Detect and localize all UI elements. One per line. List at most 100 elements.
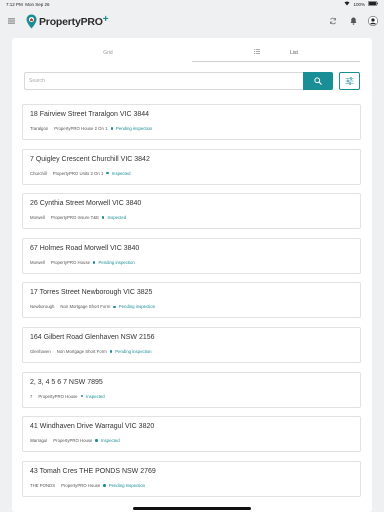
status-badge: Inspected [99,215,126,220]
view-tabs: Grid List [24,44,360,62]
status-badge: Pending inspection [90,260,135,265]
property-address: 43 Tomah Cres THE PONDS NSW 2769 [30,467,156,475]
property-card[interactable]: 26 Cynthia Street Morwell VIC 3840 Morwe… [22,193,361,230]
property-status: Inspected [100,438,120,444]
property-suburb: Glenhaven [30,348,51,354]
status-time: 7:12 PM [6,1,23,7]
property-list: 18 Fairview Street Traralgon VIC 3844 Tr… [22,104,361,505]
property-status: Inspected [86,393,105,399]
search-row [24,72,360,90]
property-type: PropertyPRO House [61,482,101,488]
property-meta: Glenhaven Non Mortgage Short Form Pendin… [30,349,353,354]
status-dot-icon [92,261,96,264]
property-suburb: THE PONDS [30,482,56,488]
status-dot-icon [95,439,98,442]
property-address: 7 Quigley Crescent Churchill VIC 3842 [30,155,150,163]
status-badge: Inspected [92,438,120,444]
property-address: 41 Windhaven Drive Warragul VIC 3820 [30,423,155,431]
property-meta: Morwell PropertyPRO House Pending inspec… [30,260,353,265]
property-status: Inspected [111,170,131,176]
propertypro-logo: PropertyPRO+ [26,14,109,29]
status-badge: Pending inspection [107,349,152,354]
search-input[interactable] [24,72,303,90]
status-dot-icon [101,216,105,219]
property-type: PropertyPRO Units 2 On 1 [52,170,104,176]
bell-icon[interactable] [348,16,358,26]
app-header: PropertyPRO+ [0,8,384,34]
status-dot-icon [113,305,116,309]
menu-icon[interactable] [6,16,16,26]
status-dot-icon [106,171,109,175]
property-status: Pending inspection [98,259,135,265]
property-suburb: 7 [30,393,33,399]
status-badge: Pending inspection [100,483,145,488]
property-type: Non Mortgage Short Form [56,348,107,354]
main-panel: Grid List 18 Fairview Street Traralgon V… [12,38,372,512]
status-badge: Pending inspection [110,304,155,309]
status-dot-icon [80,394,84,398]
property-meta: Newborough Non Mortgage Short Form Pendi… [30,304,353,309]
property-suburb: Morwell [30,215,45,221]
property-address: 17 Torres Street Newborough VIC 3825 [30,289,153,297]
property-status: Inspected [107,215,127,221]
home-indicator [133,507,251,510]
battery-percent: 100% [353,1,365,7]
property-meta: Morwell PropertyPRO Insure T&E Inspected [30,215,353,220]
property-card[interactable]: 17 Torres Street Newborough VIC 3825 New… [22,282,361,319]
property-type: PropertyPRO House [50,259,90,265]
list-icon [254,49,261,56]
property-address: 26 Cynthia Street Morwell VIC 3840 [30,200,142,208]
status-dot-icon [110,127,113,130]
property-card[interactable]: 2, 3, 4 5 6 7 NSW 7895 7 PropertyPRO Hou… [22,371,361,408]
property-card[interactable]: 41 Windhaven Drive Warragul VIC 3820 War… [22,416,361,453]
filter-button[interactable] [339,72,360,90]
property-meta: 7 PropertyPRO House Inspected [30,394,353,399]
property-status: Pending inspection [115,348,152,354]
property-card[interactable]: 67 Holmes Road Morwell VIC 3840 Morwell … [22,237,361,274]
sync-icon[interactable] [328,16,338,26]
property-status: Pending inspection [118,304,156,310]
location-pin-logo-icon [26,14,37,28]
property-suburb: Churchill [30,170,47,176]
status-right: 100% [344,1,378,7]
property-meta: Traralgon PropertyPRO House 2 On 1 Pendi… [30,126,353,131]
status-time-date: 7:12 PM Mon Sep 26 [6,2,50,7]
property-type: PropertyPRO House [38,393,78,399]
property-card[interactable]: 7 Quigley Crescent Churchill VIC 3842 Ch… [22,148,361,185]
status-bar: 7:12 PM Mon Sep 26 100% [0,0,384,8]
tab-list-label: List [290,49,298,56]
search-icon [314,77,322,85]
status-dot-icon [109,350,113,353]
property-status: Pending inspection [108,482,146,488]
property-card[interactable]: 164 Gilbert Road Glenhaven NSW 2156 Glen… [22,326,361,363]
property-suburb: Newborough [30,304,55,310]
status-dot-icon [103,484,106,487]
property-card[interactable]: 43 Tomah Cres THE PONDS NSW 2769 THE PON… [22,460,361,497]
tab-grid-label: Grid [103,50,113,56]
property-address: 18 Fairview Street Traralgon VIC 3844 [30,111,150,118]
search-button[interactable] [303,72,333,90]
tab-list[interactable]: List [192,44,360,62]
property-meta: THE PONDS PropertyPRO House Pending insp… [30,483,353,488]
property-address: 164 Gilbert Road Glenhaven NSW 2156 [30,333,155,341]
tab-grid[interactable]: Grid [24,44,192,62]
property-type: PropertyPRO House 2 On 1 [54,126,108,131]
status-badge: Inspected [103,170,131,176]
status-badge: Inspected [78,394,105,399]
user-avatar-icon[interactable] [368,16,378,26]
property-address: 67 Holmes Road Morwell VIC 3840 [30,244,140,252]
property-card[interactable]: 18 Fairview Street Traralgon VIC 3844 Tr… [22,104,361,140]
property-type: PropertyPRO House [53,438,93,444]
property-suburb: Traralgon [30,126,49,131]
property-type: PropertyPRO Insure T&E [50,215,99,221]
property-meta: Churchill PropertyPRO Units 2 On 1 Inspe… [30,171,353,176]
filter-sliders-icon [345,77,354,85]
logo-text: PropertyPRO+ [39,14,109,28]
property-meta: Warragul PropertyPRO House Inspected [30,438,353,443]
wifi-icon [344,1,350,7]
status-badge: Pending inspection [108,126,153,131]
status-date: Mon Sep 26 [25,1,50,7]
property-status: Pending inspection [116,126,153,131]
property-address: 2, 3, 4 5 6 7 NSW 7895 [30,378,103,386]
header-actions [328,16,378,26]
